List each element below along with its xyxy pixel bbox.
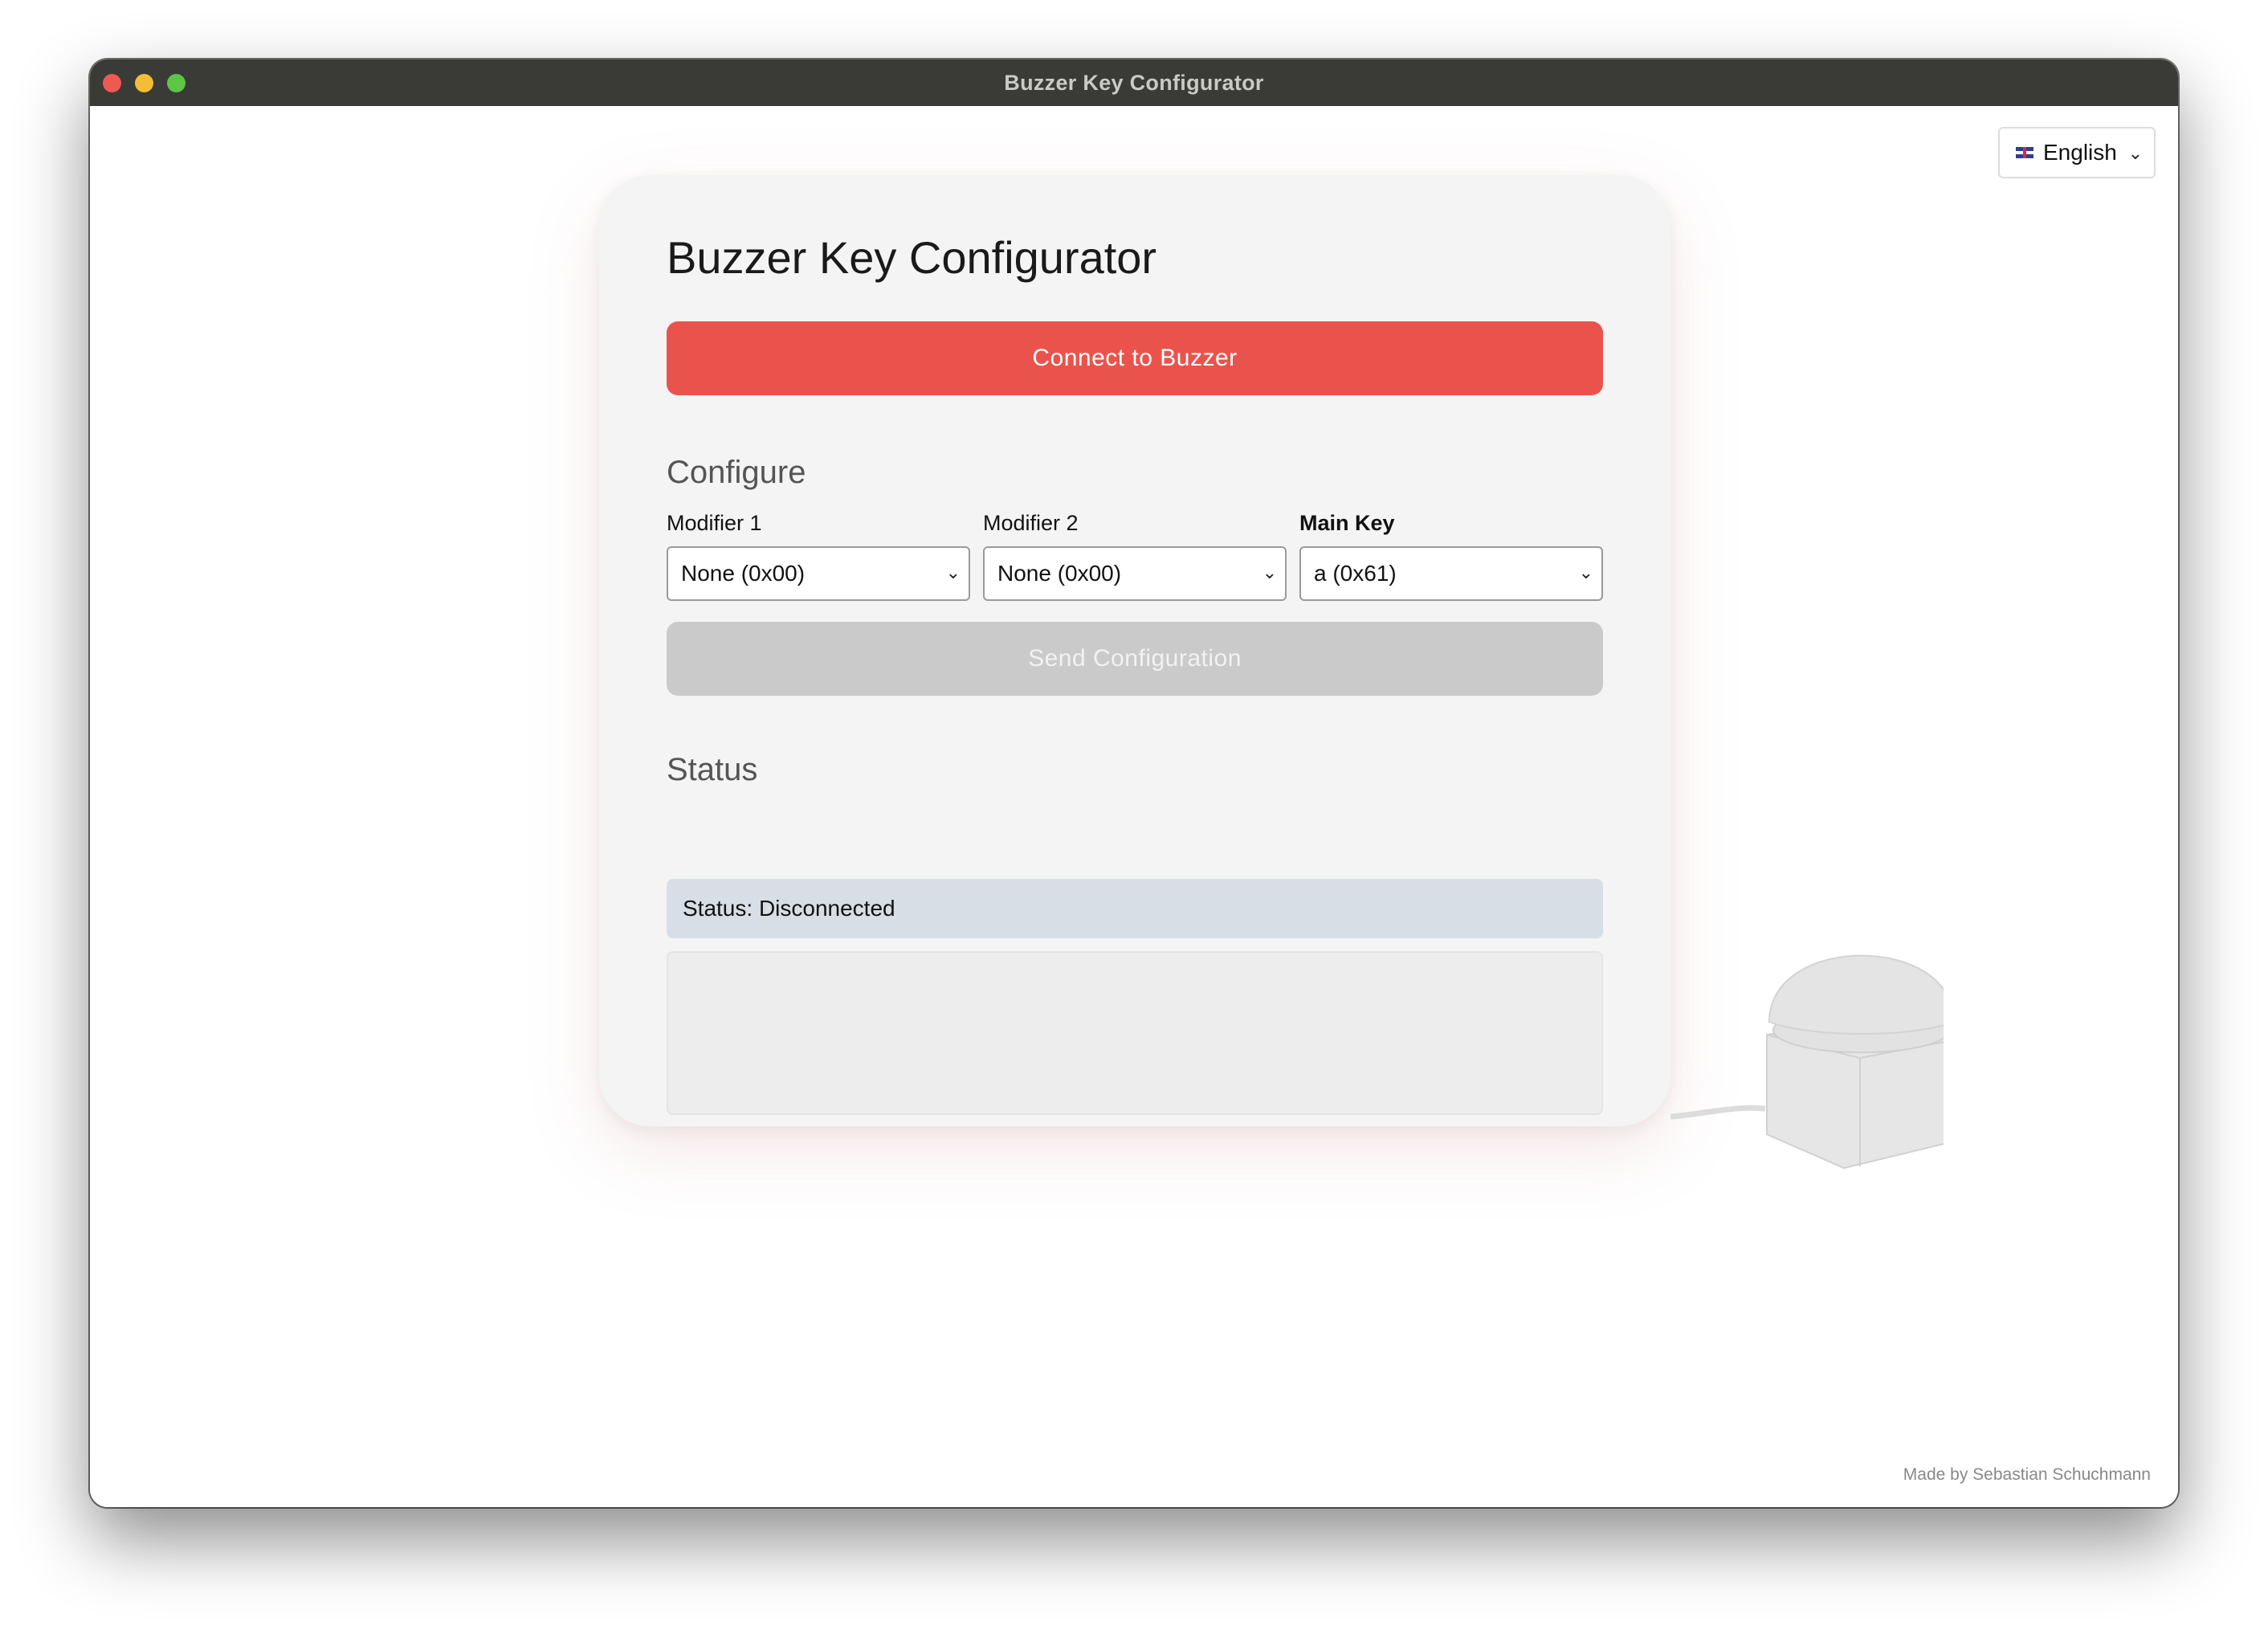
language-select-value: English [2043,140,2117,165]
app-window: Buzzer Key Configurator English ⌄ Buzzer… [90,59,2178,1507]
modifier2-label: Modifier 2 [983,511,1079,535]
minimize-window-button[interactable] [135,74,153,92]
modifier2-select-value: None (0x00) [997,561,1122,586]
modifier1-label: Modifier 1 [667,511,762,535]
modifier1-select[interactable]: None (0x00) ⌄ [667,546,970,601]
page-title: Buzzer Key Configurator [667,232,1157,283]
chevron-down-icon: ⌄ [1262,562,1277,582]
language-select[interactable]: English ⌄ [1998,127,2156,178]
title-bar[interactable]: Buzzer Key Configurator [90,59,2178,106]
window-title: Buzzer Key Configurator [1004,70,1264,95]
main-key-label: Main Key [1299,511,1395,535]
page-content: English ⌄ Buzzer Key Configurator Connec… [90,106,2178,1507]
maximize-window-button[interactable] [167,74,186,92]
chevron-down-icon: ⌄ [1578,562,1593,582]
configure-heading: Configure [667,455,806,490]
status-badge: Status: Disconnected [667,879,1603,938]
footer-credit: Made by Sebastian Schuchmann [1903,1465,2151,1484]
chevron-down-icon: ⌄ [945,562,961,582]
configurator-card: Buzzer Key Configurator Connect to Buzze… [599,175,1670,1126]
connect-button[interactable]: Connect to Buzzer [667,321,1603,395]
chevron-down-icon: ⌄ [2127,143,2143,163]
modifier1-select-value: None (0x00) [681,561,806,586]
status-text: Status: Disconnected [683,896,895,921]
status-heading: Status [667,752,758,787]
main-key-select-value: a (0x61) [1314,561,1397,586]
main-key-select[interactable]: a (0x61) ⌄ [1299,546,1603,601]
uk-flag-icon [2016,147,2033,158]
status-log [667,951,1603,1115]
send-configuration-button[interactable]: Send Configuration [667,622,1603,696]
close-window-button[interactable] [103,74,121,92]
modifier2-select[interactable]: None (0x00) ⌄ [983,546,1287,601]
buzzer-illustration-icon [1670,954,1944,1170]
